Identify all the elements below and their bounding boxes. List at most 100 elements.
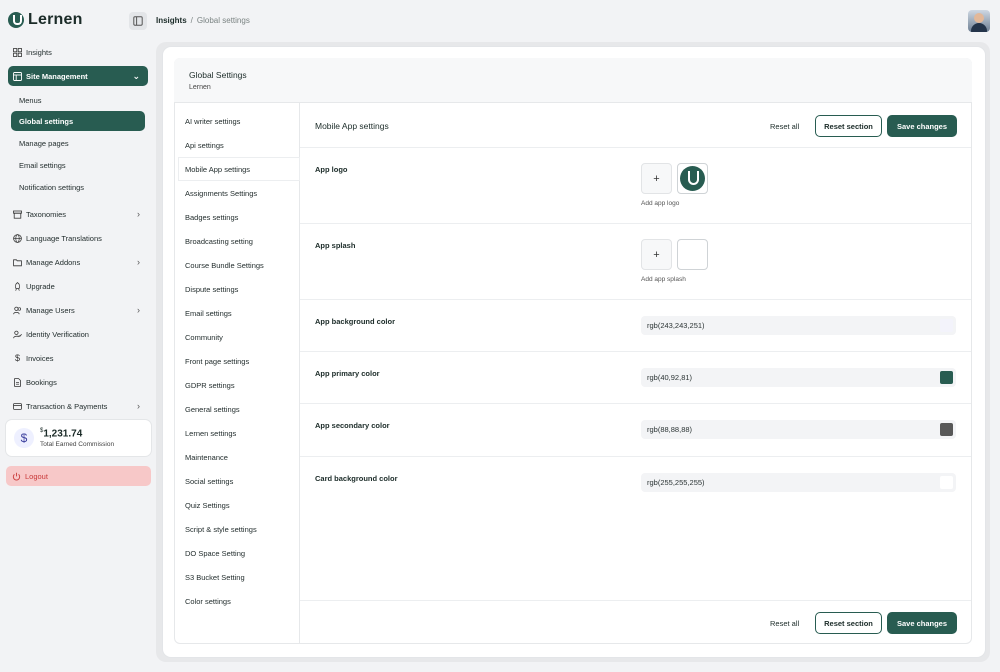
archive-icon bbox=[13, 210, 22, 219]
card-background-color-swatch[interactable] bbox=[940, 476, 953, 489]
settings-nav-badges[interactable]: Badges settings bbox=[179, 206, 299, 228]
app-splash-row: App splash + Add app splash bbox=[300, 224, 971, 300]
add-app-logo-button[interactable]: + bbox=[641, 163, 672, 194]
globe-icon bbox=[13, 233, 22, 243]
sidebar-subitem-manage-pages[interactable]: Manage pages bbox=[11, 133, 145, 153]
settings-nav-gdpr[interactable]: GDPR settings bbox=[179, 374, 299, 396]
breadcrumb-insights[interactable]: Insights bbox=[156, 16, 187, 25]
sidebar-subitem-global-settings[interactable]: Global settings bbox=[11, 111, 145, 131]
chevron-down-icon: ⌄ bbox=[132, 70, 140, 81]
settings-nav-lernen[interactable]: Lernen settings bbox=[179, 422, 299, 444]
app-logo-preview[interactable] bbox=[677, 163, 708, 194]
document-icon bbox=[13, 377, 22, 387]
sidebar-item-site-management[interactable]: Site Management ⌄ bbox=[8, 66, 148, 86]
folder-icon bbox=[13, 258, 22, 267]
sidebar-item-transaction-payments[interactable]: Transaction & Payments › bbox=[8, 396, 148, 416]
logout-button[interactable]: Logout bbox=[6, 466, 151, 486]
sidebar-item-bookings[interactable]: Bookings bbox=[8, 372, 148, 392]
page-subtitle: Lernen bbox=[189, 84, 211, 91]
user-avatar[interactable] bbox=[968, 10, 990, 32]
card-background-color-label: Card background color bbox=[315, 474, 398, 483]
app-logo[interactable]: Lernen bbox=[8, 11, 83, 29]
app-background-color-swatch[interactable] bbox=[940, 319, 953, 332]
sidebar-item-label: Identity Verification bbox=[26, 329, 89, 339]
settings-nav-script-style[interactable]: Script & style settings bbox=[179, 518, 299, 540]
sidebar-subitem-menus[interactable]: Menus bbox=[11, 90, 145, 110]
settings-nav-mobile-app[interactable]: Mobile App settings bbox=[179, 158, 299, 180]
sidebar-item-manage-users[interactable]: Manage Users › bbox=[8, 300, 148, 320]
app-background-color-label: App background color bbox=[315, 317, 396, 326]
save-changes-button[interactable]: Save changes bbox=[887, 115, 957, 137]
add-app-splash-button[interactable]: + bbox=[641, 239, 672, 270]
app-background-color-row: App background color bbox=[300, 300, 971, 352]
chevron-right-icon: › bbox=[137, 257, 140, 267]
settings-nav-front-page[interactable]: Front page settings bbox=[179, 350, 299, 372]
card-background-color-input[interactable] bbox=[641, 473, 956, 492]
breadcrumb: Insights / Global settings bbox=[156, 16, 250, 25]
sidebar-item-identity-verification[interactable]: Identity Verification bbox=[8, 324, 148, 344]
settings-nav-s3-bucket[interactable]: S3 Bucket Setting bbox=[179, 566, 299, 588]
app-secondary-color-label: App secondary color bbox=[315, 421, 390, 430]
reset-all-button[interactable]: Reset all bbox=[770, 122, 799, 131]
settings-nav-color[interactable]: Color settings bbox=[179, 590, 299, 612]
reset-section-button[interactable]: Reset section bbox=[815, 612, 882, 634]
sidebar-item-upgrade[interactable]: Upgrade bbox=[8, 276, 148, 296]
settings-nav-api[interactable]: Api settings bbox=[179, 134, 299, 156]
sidebar-item-label: Upgrade bbox=[26, 281, 55, 291]
commission-amount: $1,231.74 bbox=[40, 428, 114, 439]
sidebar-subitem-email-settings[interactable]: Email settings bbox=[11, 155, 145, 175]
settings-nav-social[interactable]: Social settings bbox=[179, 470, 299, 492]
sidebar-item-invoices[interactable]: $ Invoices bbox=[8, 348, 148, 368]
sidebar-item-label: Transaction & Payments bbox=[26, 401, 108, 411]
settings-nav-general[interactable]: General settings bbox=[179, 398, 299, 420]
panel-icon bbox=[133, 16, 143, 26]
sidebar-item-manage-addons[interactable]: Manage Addons › bbox=[8, 252, 148, 272]
settings-nav-broadcasting[interactable]: Broadcasting setting bbox=[179, 230, 299, 252]
settings-nav-maintenance[interactable]: Maintenance bbox=[179, 446, 299, 468]
sidebar-subitem-notification-settings[interactable]: Notification settings bbox=[11, 177, 145, 197]
settings-nav-email[interactable]: Email settings bbox=[179, 302, 299, 324]
sidebar-item-label: Insights bbox=[26, 47, 52, 57]
sidebar-toggle-button[interactable] bbox=[129, 12, 147, 30]
add-app-splash-caption: Add app splash bbox=[641, 276, 686, 283]
app-secondary-color-row: App secondary color bbox=[300, 404, 971, 457]
dollar-icon: $ bbox=[14, 353, 20, 363]
app-secondary-color-input[interactable] bbox=[641, 420, 956, 439]
user-check-icon bbox=[13, 330, 22, 339]
settings-header: Global Settings Lernen bbox=[174, 58, 972, 103]
sidebar-item-label: Invoices bbox=[26, 353, 54, 363]
sidebar-item-insights[interactable]: Insights bbox=[8, 42, 148, 62]
settings-nav-do-space[interactable]: DO Space Setting bbox=[179, 542, 299, 564]
settings-nav-course-bundle[interactable]: Course Bundle Settings bbox=[179, 254, 299, 276]
logout-label: Logout bbox=[25, 471, 48, 481]
section-header: Mobile App settings Reset all Reset sect… bbox=[300, 104, 971, 148]
sidebar-item-label: Language Translations bbox=[26, 233, 102, 243]
settings-nav-assignments[interactable]: Assignments Settings bbox=[179, 182, 299, 204]
sidebar-item-taxonomies[interactable]: Taxonomies › bbox=[8, 204, 148, 224]
settings-nav-ai-writer[interactable]: AI writer settings bbox=[179, 110, 299, 132]
app-primary-color-swatch[interactable] bbox=[940, 371, 953, 384]
sidebar-item-label: Site Management bbox=[26, 71, 88, 81]
commission-card: $ $1,231.74 Total Earned Commission bbox=[6, 420, 151, 456]
top-bar: Lernen Insights / Global settings bbox=[0, 0, 1000, 42]
rocket-icon bbox=[13, 281, 22, 291]
reset-all-button[interactable]: Reset all bbox=[770, 619, 799, 628]
app-splash-preview[interactable] bbox=[677, 239, 708, 270]
settings-nav-dispute[interactable]: Dispute settings bbox=[179, 278, 299, 300]
section-footer: Reset all Reset section Save changes bbox=[300, 600, 971, 644]
breadcrumb-global-settings: Global settings bbox=[196, 16, 250, 25]
app-logo-label: App logo bbox=[315, 165, 348, 174]
layout-icon bbox=[13, 71, 22, 81]
settings-nav: AI writer settings Api settings Mobile A… bbox=[174, 103, 300, 644]
settings-nav-quiz[interactable]: Quiz Settings bbox=[179, 494, 299, 516]
app-primary-color-input[interactable] bbox=[641, 368, 956, 387]
settings-nav-community[interactable]: Community bbox=[179, 326, 299, 348]
save-changes-button[interactable]: Save changes bbox=[887, 612, 957, 634]
chevron-right-icon: › bbox=[137, 401, 140, 411]
reset-section-button[interactable]: Reset section bbox=[815, 115, 882, 137]
sidebar-item-language-translations[interactable]: Language Translations bbox=[8, 228, 148, 248]
app-background-color-input[interactable] bbox=[641, 316, 956, 335]
users-icon bbox=[13, 306, 22, 315]
page-title: Global Settings bbox=[189, 70, 247, 80]
app-secondary-color-swatch[interactable] bbox=[940, 423, 953, 436]
